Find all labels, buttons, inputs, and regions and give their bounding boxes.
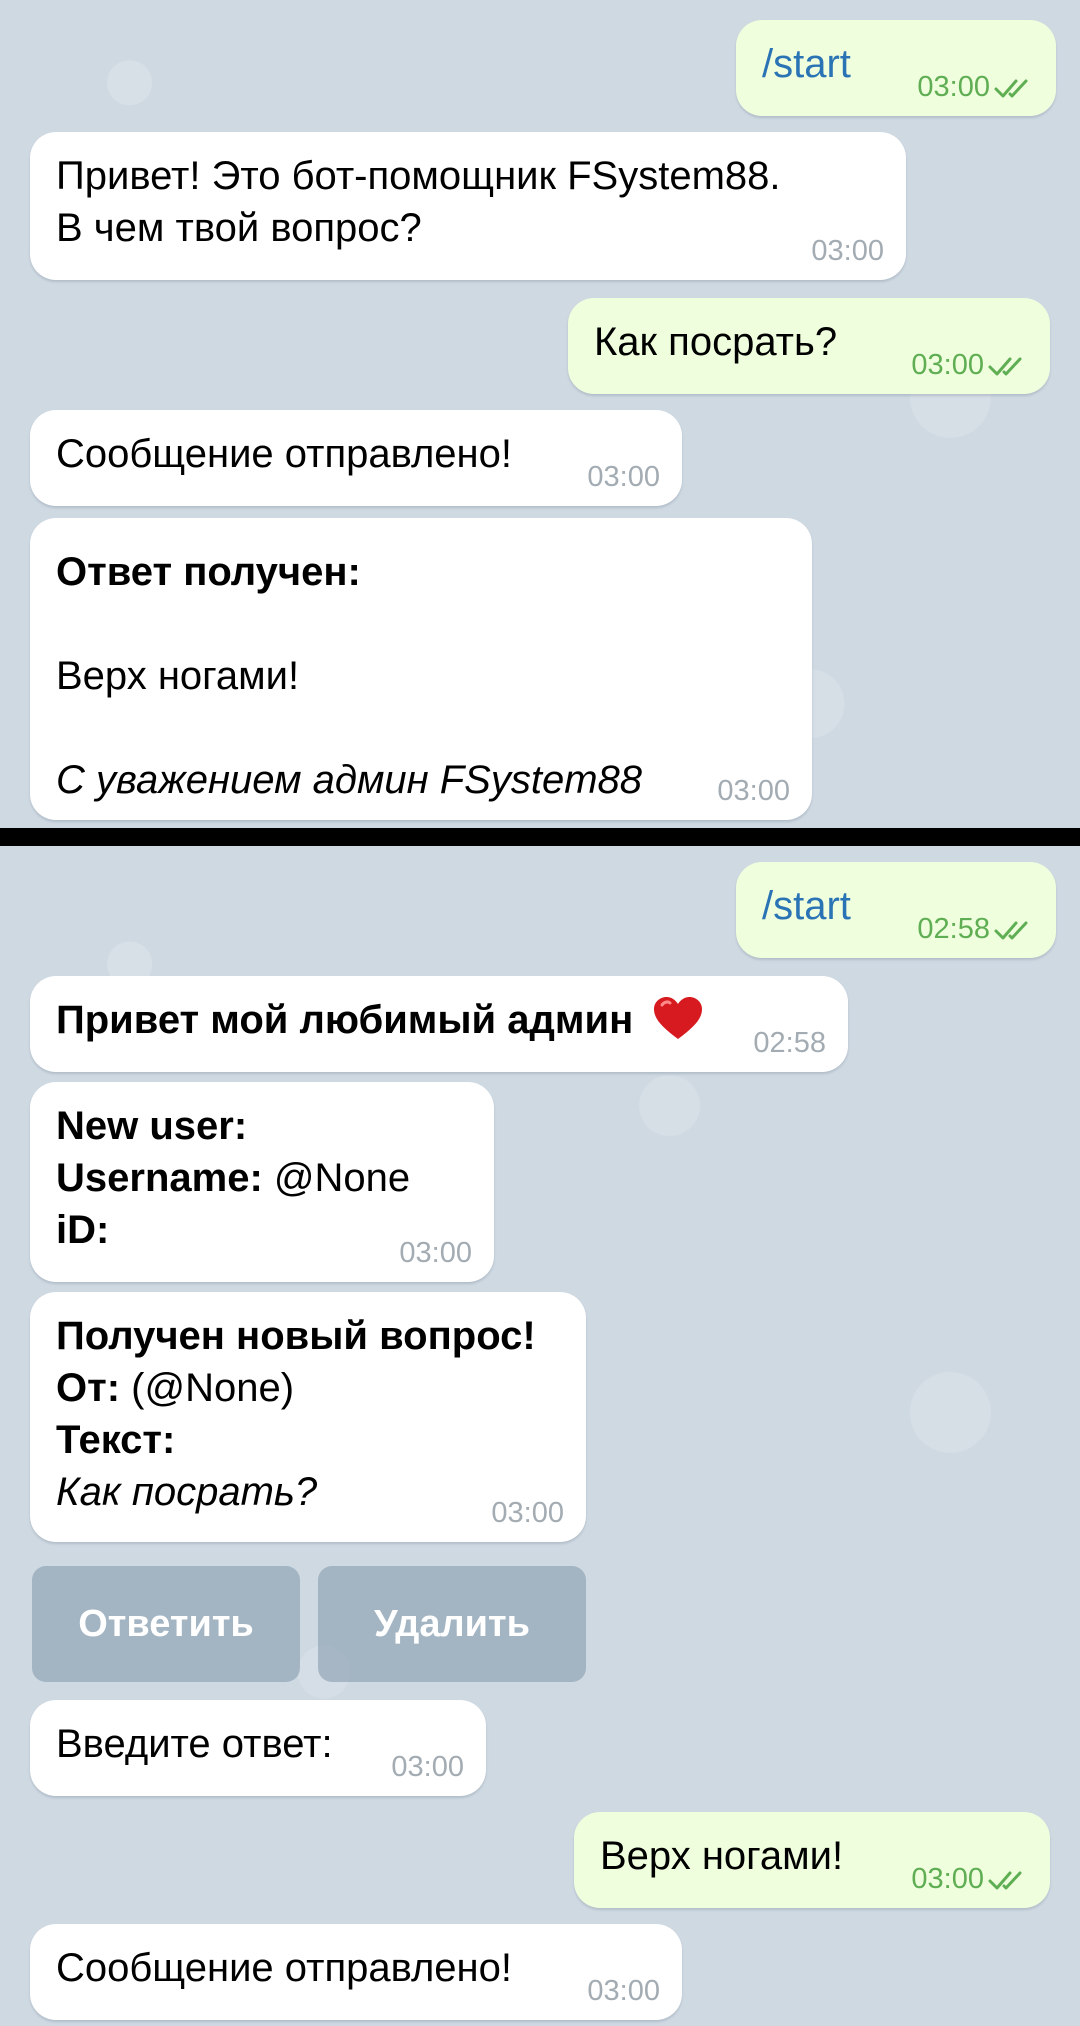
message-time: 02:58 <box>917 913 990 945</box>
message-incoming[interactable]: Привет! Это бот-помощник FSystem88. В че… <box>30 132 906 280</box>
message-time: 03:00 <box>811 235 884 267</box>
double-check-icon <box>988 357 1022 376</box>
command-link-start[interactable]: /start <box>762 884 851 928</box>
message-time: 03:00 <box>587 461 660 493</box>
screenshot: /start 03:00 Привет! Это бот-помощник FS… <box>0 0 1080 2026</box>
message-body: Верх ногами! <box>56 654 300 698</box>
delete-button[interactable]: Удалить <box>318 1566 586 1682</box>
message-time: 03:00 <box>491 1497 564 1529</box>
message-time: 03:00 <box>911 349 984 381</box>
message-incoming[interactable]: Привет мой любимый админ 02:58 <box>30 976 848 1072</box>
message-line: От: (@None) <box>56 1362 560 1414</box>
message-line: Получен новый вопрос! <box>56 1314 536 1358</box>
message-text: Привет! Это бот-помощник FSystem88. В че… <box>56 154 781 250</box>
command-link-start[interactable]: /start <box>762 42 851 86</box>
field-label: Username: <box>56 1156 263 1200</box>
message-time: 03:00 <box>399 1237 472 1269</box>
message-line: Текст: <box>56 1418 176 1462</box>
message-outgoing[interactable]: /start 03:00 <box>736 20 1056 116</box>
heart-emoji-icon <box>654 997 703 1039</box>
message-outgoing[interactable]: Верх ногами! 03:00 <box>574 1812 1050 1908</box>
screenshot-divider <box>0 828 1080 846</box>
chat-panel-top[interactable]: /start 03:00 Привет! Это бот-помощник FS… <box>0 0 1080 828</box>
message-line: Username: @None <box>56 1152 468 1204</box>
message-text: Сообщение отправлено! <box>56 1946 512 1990</box>
message-time: 03:00 <box>717 775 790 807</box>
reply-button[interactable]: Ответить <box>32 1566 300 1682</box>
message-time: 03:00 <box>587 1975 660 2007</box>
message-incoming[interactable]: Получен новый вопрос! От: (@None) Текст:… <box>30 1292 586 1542</box>
message-incoming[interactable]: New user: Username: @None iD: 03:00 <box>30 1082 494 1282</box>
double-check-icon <box>988 1871 1022 1890</box>
message-text: Сообщение отправлено! <box>56 432 512 476</box>
message-line: Как посрать? <box>56 1470 318 1514</box>
field-label: От: <box>56 1366 121 1410</box>
message-incoming[interactable]: Сообщение отправлено! 03:00 <box>30 1924 682 2020</box>
message-text: Как посрать? <box>594 320 838 364</box>
message-outgoing[interactable]: /start 02:58 <box>736 862 1056 958</box>
message-incoming[interactable]: Введите ответ: 03:00 <box>30 1700 486 1796</box>
message-incoming[interactable]: Сообщение отправлено! 03:00 <box>30 410 682 506</box>
message-signature: С уважением админ FSystem88 <box>56 758 643 802</box>
message-text: Верх ногами! <box>600 1834 844 1878</box>
message-text: Привет мой любимый админ <box>56 998 634 1042</box>
chat-panel-bottom[interactable]: /start 02:58 Привет мой любимый админ 02… <box>0 846 1080 2026</box>
message-time: 03:00 <box>917 71 990 103</box>
double-check-icon <box>994 921 1028 940</box>
double-check-icon <box>994 79 1028 98</box>
message-text: Введите ответ: <box>56 1722 333 1766</box>
message-outgoing[interactable]: Как посрать? 03:00 <box>568 298 1050 394</box>
field-value: (@None) <box>120 1366 295 1410</box>
message-time: 03:00 <box>391 1751 464 1783</box>
message-line: New user: <box>56 1104 248 1148</box>
field-value: @None <box>262 1156 411 1200</box>
message-time: 02:58 <box>753 1027 826 1059</box>
message-time: 03:00 <box>911 1863 984 1895</box>
message-heading: Ответ получен: <box>56 550 361 594</box>
message-incoming[interactable]: Ответ получен: Верх ногами! С уважением … <box>30 518 812 820</box>
